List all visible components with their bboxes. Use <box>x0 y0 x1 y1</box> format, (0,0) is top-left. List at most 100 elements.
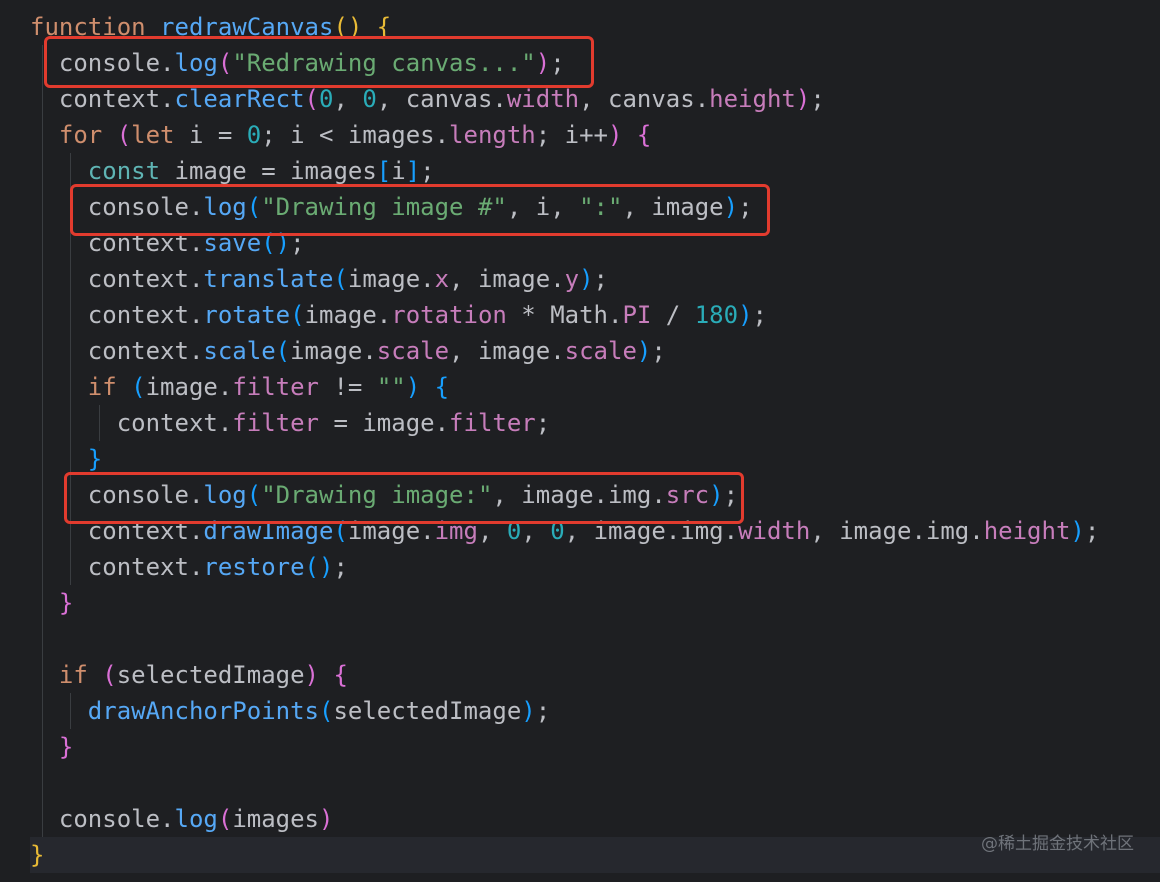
code-token: image. <box>304 301 392 329</box>
code-token: ; i < images. <box>261 121 450 149</box>
code-token: selectedImage <box>333 697 522 725</box>
code-token: scale <box>376 337 450 365</box>
code-token: image. <box>145 373 233 401</box>
code-token: const <box>30 157 175 185</box>
code-line[interactable]: } <box>30 585 1160 621</box>
highlight-box-drawing-image-number-log <box>70 184 770 236</box>
code-token: () <box>304 553 334 581</box>
code-line[interactable]: context.restore(); <box>30 549 1160 585</box>
code-token: restore <box>203 553 305 581</box>
highlight-box-redrawing-log <box>44 36 594 88</box>
code-token: ; <box>535 409 551 437</box>
code-token: context. <box>30 409 233 437</box>
code-token: i = <box>188 121 247 149</box>
code-token: ( <box>304 85 319 113</box>
code-token: scale <box>564 337 637 365</box>
code-token: filter <box>232 373 320 401</box>
code-token: ( <box>116 121 132 149</box>
code-token: ) <box>579 265 594 293</box>
code-token: ) <box>521 697 536 725</box>
code-token: drawAnchorPoints <box>30 697 319 725</box>
code-line[interactable]: if (image.filter != "") { <box>30 369 1160 405</box>
code-line[interactable]: context.scale(image.scale, image.scale); <box>30 333 1160 369</box>
code-line[interactable] <box>30 621 1160 657</box>
code-token: } <box>30 841 45 869</box>
code-token: if <box>30 661 103 689</box>
code-token: 0 <box>319 85 334 113</box>
code-token: ) <box>608 121 637 149</box>
code-token: let <box>131 121 189 149</box>
watermark: @稀土掘金技术社区 <box>981 834 1134 854</box>
code-token: ( <box>131 373 146 401</box>
code-token: ; <box>752 301 767 329</box>
code-line[interactable] <box>30 765 1160 801</box>
code-line[interactable]: context.rotate(image.rotation * Math.PI … <box>30 297 1160 333</box>
code-token: ( <box>318 697 334 725</box>
code-token: 0 <box>246 121 262 149</box>
code-token: { <box>434 373 450 401</box>
code-token: clearRect <box>174 85 305 113</box>
code-lines[interactable]: function redrawCanvas() { console.log("R… <box>30 9 1160 873</box>
code-token: height <box>983 517 1071 545</box>
code-token: ] <box>405 157 421 185</box>
code-token: context. <box>30 85 175 113</box>
code-token: console. <box>30 805 175 833</box>
code-token: log <box>174 805 218 833</box>
code-token: ; <box>1084 517 1100 545</box>
code-token: ; i++ <box>535 121 608 149</box>
code-token: , canvas. <box>376 85 507 113</box>
code-token: ; <box>333 553 348 581</box>
code-token: width <box>738 517 811 545</box>
code-token: , image. <box>449 337 565 365</box>
code-token: = image. <box>319 409 450 437</box>
code-token: { <box>333 661 348 689</box>
code-token: ) <box>795 85 811 113</box>
code-token: image. <box>290 337 377 365</box>
code-line[interactable]: if (selectedImage) { <box>30 657 1160 693</box>
code-token: i <box>391 157 406 185</box>
code-token: ( <box>102 661 117 689</box>
code-token: { <box>636 121 652 149</box>
code-editor[interactable]: function redrawCanvas() { console.log("R… <box>0 0 1160 882</box>
code-token: ; <box>810 85 825 113</box>
code-token: ) <box>319 805 334 833</box>
code-token: height <box>709 85 796 113</box>
code-token: ( <box>290 301 305 329</box>
code-line[interactable]: context.filter = image.filter; <box>30 405 1160 441</box>
code-line[interactable]: for (let i = 0; i < images.length; i++) … <box>30 117 1160 153</box>
code-token: ; <box>651 337 666 365</box>
code-token: ) <box>738 301 753 329</box>
code-token: "" <box>376 373 406 401</box>
code-token: , <box>333 85 363 113</box>
code-token: scale <box>203 337 276 365</box>
code-token: filter <box>232 409 319 437</box>
code-token: / <box>651 301 695 329</box>
code-token: ) <box>304 661 334 689</box>
code-line[interactable]: drawAnchorPoints(selectedImage); <box>30 693 1160 729</box>
code-token: [ <box>376 157 392 185</box>
code-token: context. <box>30 337 204 365</box>
code-token: length <box>449 121 536 149</box>
code-token: != <box>319 373 377 401</box>
code-token: } <box>30 445 103 473</box>
code-token: } <box>30 589 74 617</box>
code-line[interactable]: } <box>30 729 1160 765</box>
code-token: width <box>506 85 580 113</box>
code-token: filter <box>449 409 536 437</box>
code-token: context. <box>30 301 204 329</box>
code-line[interactable]: context.translate(image.x, image.y); <box>30 261 1160 297</box>
code-token: ; <box>593 265 608 293</box>
code-token: images <box>232 805 320 833</box>
code-token: context. <box>30 553 204 581</box>
code-token: ; <box>535 697 551 725</box>
code-token: rotate <box>203 301 291 329</box>
code-token: image. <box>347 265 435 293</box>
code-token: context. <box>30 265 204 293</box>
code-token: ) <box>405 373 435 401</box>
code-token: 180 <box>694 301 739 329</box>
code-token: } <box>30 733 74 761</box>
code-token: , canvas. <box>579 85 710 113</box>
code-token: ) <box>636 337 652 365</box>
code-token: x <box>434 265 450 293</box>
code-token: image = images <box>174 157 377 185</box>
